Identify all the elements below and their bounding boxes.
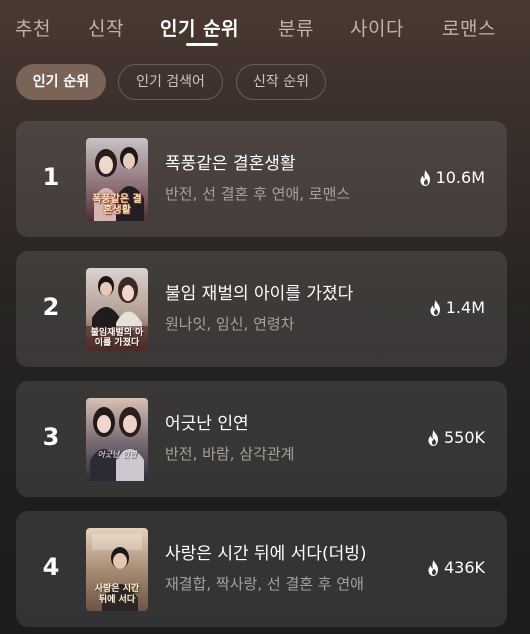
view-count: 1.4M	[429, 298, 485, 317]
view-count-value: 1.4M	[445, 298, 485, 317]
tab-romance[interactable]: 로맨스	[442, 14, 496, 41]
ranking-card[interactable]: 4 사랑은 시간 뒤에 서다 사랑은 시간 뒤에 서다(더빙) 재결합, 짝사랑…	[16, 511, 507, 627]
chip-popular-ranking[interactable]: 인기 순위	[16, 64, 106, 100]
rank-number: 3	[42, 423, 60, 451]
drama-title[interactable]: 폭풍같은 결혼생활	[165, 149, 296, 174]
drama-tags: 원나잇, 임신, 연령차	[165, 315, 295, 333]
drama-tags: 반전, 바람, 삼각관계	[165, 445, 295, 463]
view-count-value: 436K	[443, 558, 485, 577]
rank-number: 2	[42, 293, 60, 321]
ranking-card[interactable]: 3 어긋난 인연 어긋난 인연 반전, 바람, 삼각관계 550K	[16, 381, 507, 497]
drama-cover-image[interactable]: 어긋난 인연	[86, 398, 148, 481]
chip-popular-searches[interactable]: 인기 검색어	[118, 64, 223, 100]
tab-new[interactable]: 신작	[88, 14, 124, 41]
category-tabs: 추천 신작 인기 순위 분류 사이다 로맨스	[0, 0, 530, 56]
tab-cider[interactable]: 사이다	[350, 14, 404, 41]
view-count: 10.6M	[419, 168, 485, 187]
rank-number: 4	[42, 553, 60, 581]
view-count-value: 10.6M	[435, 168, 485, 187]
ranking-card[interactable]: 2 불임재벌의 아이를 가졌다 불임 재벌의 아이를 가졌다 원나잇, 임신, …	[16, 251, 507, 367]
fire-icon	[428, 559, 438, 576]
fire-icon	[420, 169, 430, 186]
drama-cover-image[interactable]: 사랑은 시간 뒤에 서다	[86, 528, 148, 611]
fire-icon	[428, 429, 438, 446]
fire-icon	[430, 299, 440, 316]
rank-number: 1	[42, 163, 60, 191]
cover-title-text: 사랑은 시간 뒤에 서다	[94, 584, 140, 605]
cover-title-text: 어긋난 인연	[97, 450, 137, 459]
ranking-card[interactable]: 1 폭풍같은 결혼생활 폭풍같은 결혼생활 반전, 선 결혼 후 연애, 로맨스	[16, 121, 507, 237]
cover-title-text: 폭풍같은 결혼생활	[92, 194, 142, 216]
drama-title[interactable]: 어긋난 인연	[165, 409, 249, 434]
chip-new-ranking[interactable]: 신작 순위	[236, 64, 326, 100]
drama-title[interactable]: 사랑은 시간 뒤에 서다(더빙)	[165, 539, 367, 564]
view-count-value: 550K	[443, 428, 485, 447]
drama-tags: 반전, 선 결혼 후 연애, 로맨스	[165, 185, 351, 203]
tab-category[interactable]: 분류	[278, 14, 314, 41]
tab-popular-ranking[interactable]: 인기 순위	[160, 14, 239, 41]
cover-title-text: 불임재벌의 아이를 가졌다	[90, 328, 144, 348]
drama-tags: 재결합, 짝사랑, 선 결혼 후 연애	[165, 575, 364, 593]
drama-cover-image[interactable]: 폭풍같은 결혼생활	[86, 138, 148, 221]
view-count: 436K	[427, 558, 485, 577]
tab-recommended[interactable]: 추천	[15, 14, 51, 41]
drama-title[interactable]: 불임 재벌의 아이를 가졌다	[165, 279, 353, 304]
view-count: 550K	[427, 428, 485, 447]
active-tab-indicator	[186, 43, 218, 46]
drama-cover-image[interactable]: 불임재벌의 아이를 가졌다	[86, 268, 148, 351]
